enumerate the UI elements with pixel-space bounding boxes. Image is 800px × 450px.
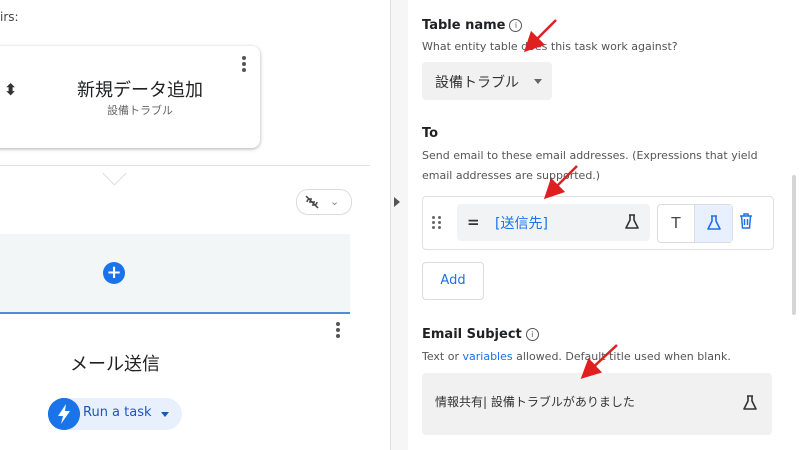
add-circle-icon[interactable]: +	[103, 262, 125, 284]
dropdown-caret-icon	[161, 412, 169, 417]
help-text: Text or	[422, 350, 463, 363]
flask-icon[interactable]	[742, 395, 758, 411]
chevron-down-icon: ⌄	[330, 195, 340, 208]
email-subject-label: Email Subject	[422, 327, 522, 342]
more-vert-icon[interactable]	[336, 322, 340, 340]
to-help-line2: email addresses are supported.)	[422, 169, 601, 182]
table-name-label: Table name	[422, 18, 506, 33]
section-label: irs:	[0, 10, 19, 24]
run-task-label: Run a task	[83, 405, 152, 420]
expression-operator: =	[467, 213, 480, 231]
panel-collapse-handle[interactable]	[390, 0, 409, 450]
text-mode-icon[interactable]: T	[658, 205, 695, 242]
email-subject-value: 情報共有| 設備トラブルがありました	[435, 395, 635, 409]
table-name-heading: Table name i	[422, 18, 523, 33]
add-recipient-button[interactable]: Add	[422, 262, 484, 300]
scrollbar-thumb[interactable]	[792, 175, 796, 315]
link-off-icon	[305, 195, 319, 209]
step-card-title: 新規データ追加	[77, 80, 203, 101]
add-step-zone[interactable]: +	[0, 234, 350, 314]
drag-icon[interactable]	[432, 216, 442, 230]
table-name-help: What entity table does this task work ag…	[422, 40, 678, 53]
step-card-add-data[interactable]: ⬍ 新規データ追加 設備トラブル	[0, 46, 260, 148]
info-icon[interactable]: i	[525, 328, 539, 341]
chevron-down-icon	[534, 79, 542, 84]
flask-icon	[707, 215, 721, 230]
flow-canvas: irs: ⬍ 新規データ追加 設備トラブル ⌄ + メール送信 Run a ta…	[0, 0, 390, 450]
help-text: allowed. Default title used when blank.	[512, 350, 731, 363]
expand-icon[interactable]	[394, 197, 400, 207]
more-vert-icon[interactable]	[242, 56, 246, 74]
table-name-value: 設備トラブル	[435, 75, 519, 91]
expression-mode-button[interactable]	[695, 205, 732, 242]
step-title: メール送信	[70, 354, 160, 375]
task-settings-panel: Table name i What entity table does this …	[408, 0, 800, 450]
mode-toggle: T	[657, 204, 733, 243]
email-subject-field[interactable]: 情報共有| 設備トラブルがありました	[422, 373, 772, 435]
to-heading: To	[422, 126, 439, 141]
info-icon[interactable]: i	[509, 19, 523, 32]
run-task-chip[interactable]: Run a task	[48, 398, 182, 430]
scrollbar[interactable]	[792, 0, 798, 450]
variables-link[interactable]: variables	[463, 350, 513, 363]
recipient-expression-field[interactable]: = [送信先]	[457, 204, 650, 241]
bolt-icon	[48, 398, 80, 430]
divider-line	[0, 165, 370, 166]
table-name-select[interactable]: 設備トラブル	[422, 62, 552, 100]
step-card-subtitle: 設備トラブル	[107, 104, 173, 117]
link-toggle-button[interactable]: ⌄	[296, 189, 352, 215]
flask-icon[interactable]	[624, 214, 640, 230]
delete-icon[interactable]	[739, 213, 753, 229]
to-help-line1: Send email to these email addresses. (Ex…	[422, 149, 758, 162]
email-subject-help: Text or variables allowed. Default title…	[422, 348, 731, 366]
email-subject-heading: Email Subject i	[422, 327, 539, 342]
expression-value: [送信先]	[495, 216, 548, 232]
recipient-row: = [送信先] T	[422, 196, 774, 250]
